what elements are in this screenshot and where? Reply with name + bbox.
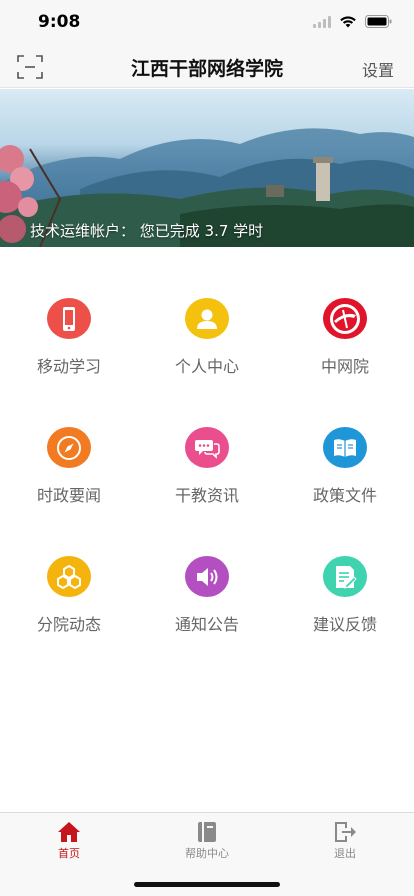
grid-item-zhongwangyuan[interactable]: 中网院: [276, 248, 414, 377]
cellular-signal-icon: [313, 15, 331, 28]
tab-label: 帮助中心: [185, 847, 229, 860]
grid-label: 干教资讯: [174, 486, 239, 505]
chat-icon: [185, 427, 229, 468]
person-icon: [185, 298, 229, 339]
page-title: 江西干部网络学院: [130, 58, 283, 80]
logo-icon: [323, 298, 367, 339]
grid-label: 建议反馈: [312, 615, 377, 634]
speaker-icon: [185, 556, 229, 597]
tab-logout[interactable]: 退出: [276, 813, 414, 896]
grid-item-policy-documents[interactable]: 政策文件: [276, 377, 414, 506]
status-bar: 9:08: [0, 0, 414, 44]
grid-label: 移动学习: [36, 357, 101, 376]
grid-label: 时政要闻: [36, 486, 101, 505]
grid-label: 分院动态: [36, 615, 101, 634]
study-hours-caption: 技术运维帐户： 您已完成 3.7 学时: [30, 222, 264, 240]
tab-label: 首页: [58, 847, 80, 860]
grid-item-branch-news[interactable]: 分院动态: [0, 506, 138, 635]
phone-icon: [47, 298, 91, 339]
grid-item-announcements[interactable]: 通知公告: [138, 506, 276, 635]
grid-item-current-affairs[interactable]: 时政要闻: [0, 377, 138, 506]
logout-icon: [335, 822, 356, 842]
grid-label: 政策文件: [312, 486, 377, 505]
home-icon: [58, 822, 80, 842]
status-time: 9:08: [38, 12, 81, 32]
battery-icon: [365, 15, 392, 28]
book-icon: [323, 427, 367, 468]
grid-label: 个人中心: [174, 357, 239, 376]
grid-label: 通知公告: [174, 615, 239, 634]
settings-button[interactable]: 设置: [362, 57, 394, 81]
grid-item-cadre-news[interactable]: 干教资讯: [138, 377, 276, 506]
wifi-icon: [339, 15, 357, 28]
home-indicator: [134, 882, 280, 887]
help-book-icon: [198, 822, 216, 842]
tab-label: 退出: [334, 847, 356, 860]
feature-grid: 移动学习 个人中心 中网院 时政要闻 干教资讯 政策文件 分院动态 通知公告 建…: [0, 248, 414, 635]
compass-icon: [47, 427, 91, 468]
hexagons-icon: [47, 556, 91, 597]
feedback-icon: [323, 556, 367, 597]
grid-item-personal-center[interactable]: 个人中心: [138, 248, 276, 377]
grid-label: 中网院: [320, 357, 369, 376]
nav-bar: 江西干部网络学院 设置: [0, 44, 414, 88]
grid-item-feedback[interactable]: 建议反馈: [276, 506, 414, 635]
banner[interactable]: 技术运维帐户： 您已完成 3.7 学时: [0, 89, 414, 247]
tab-home[interactable]: 首页: [0, 813, 138, 896]
status-icons: [313, 15, 392, 28]
grid-item-mobile-learning[interactable]: 移动学习: [0, 248, 138, 377]
